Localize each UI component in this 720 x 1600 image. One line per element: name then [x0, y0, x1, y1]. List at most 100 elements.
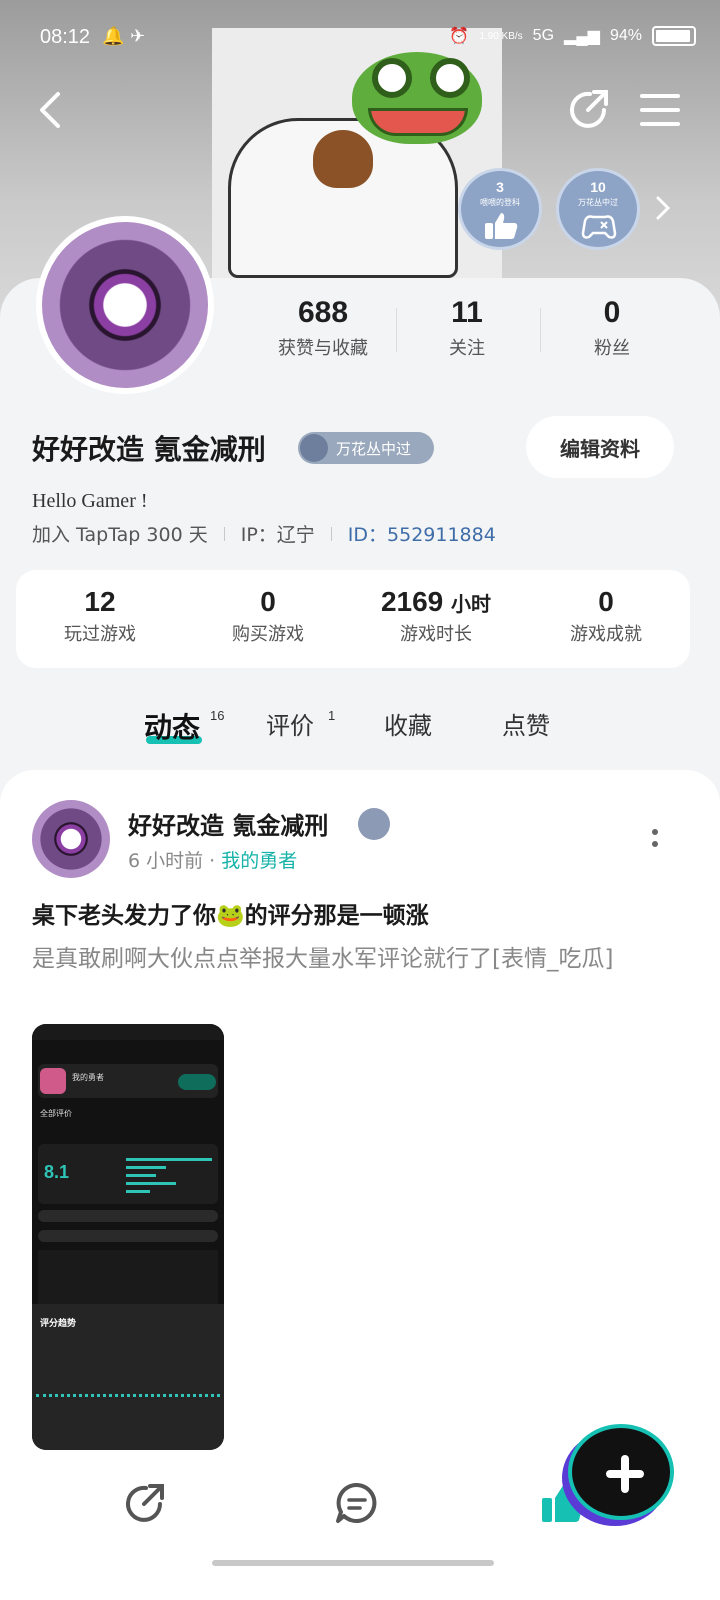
badge-number: 10	[590, 179, 606, 195]
back-icon[interactable]	[30, 88, 74, 132]
stat-likes[interactable]: 688 获赞与收藏	[248, 296, 398, 360]
image-score: 8.1	[44, 1162, 70, 1182]
badge-likes[interactable]: 3 喂喂的登科	[458, 168, 542, 250]
notification-icons: 🔔 ✈	[102, 26, 146, 47]
stat-value: 0	[522, 586, 690, 618]
edit-profile-button[interactable]: 编辑资料	[526, 416, 674, 478]
stat-followers[interactable]: 0 粉丝	[537, 296, 687, 360]
post-time: 6 小时前 ·	[128, 850, 216, 872]
image-chart-line	[36, 1394, 220, 1398]
tab-reviews[interactable]: 评价	[266, 706, 314, 741]
stat-value: 0	[184, 586, 352, 618]
stat-played-games[interactable]: 12 玩过游戏	[16, 586, 184, 646]
gamepad-icon	[358, 808, 390, 840]
stat-label: 获赞与收藏	[278, 338, 368, 359]
image-rating-bar	[126, 1190, 150, 1193]
stat-purchased-games[interactable]: 0 购买游戏	[184, 586, 352, 646]
image-rating-bar	[126, 1182, 176, 1185]
post-image[interactable]: 我的勇者 全部评价 8.1 评分趋势	[32, 1024, 224, 1450]
divider	[223, 526, 225, 541]
game-stats-panel: 12 玩过游戏 0 购买游戏 2169 小时 游戏时长 0 游戏成就	[16, 570, 690, 668]
stat-number: 2169	[380, 586, 444, 617]
status-right: ⏰ 1.90 KB/s 5G ▂▄▆ 94%	[449, 26, 696, 46]
home-indicator[interactable]	[212, 1560, 494, 1566]
network-type: 5G	[532, 27, 555, 44]
image-review	[38, 1250, 218, 1304]
avatar-image	[42, 222, 208, 388]
image-filter-row	[38, 1210, 218, 1222]
image-chart-title: 评分趋势	[40, 1319, 77, 1329]
user-meta: 加入 TapTap 300 天 IP：辽宁 ID：552911884	[32, 520, 496, 547]
menu-icon[interactable]	[638, 88, 682, 132]
thumbs-up-icon	[485, 213, 518, 239]
tab-reviews-count: 1	[328, 708, 336, 723]
alarm-icon: ⏰	[449, 28, 470, 45]
gamepad-icon	[300, 434, 328, 462]
stat-value: 2169 小时	[352, 586, 520, 618]
user-bio: Hello Gamer !	[32, 490, 148, 512]
divider	[330, 526, 332, 541]
post-meta: 6 小时前 · 我的勇者	[128, 846, 297, 873]
battery-fill	[656, 30, 690, 42]
stat-label: 购买游戏	[232, 624, 304, 645]
post-avatar[interactable]	[32, 800, 110, 878]
image-rating-bar	[126, 1158, 212, 1161]
stat-number: 12	[84, 586, 116, 617]
post-title[interactable]: 桌下老头发力了你🐸的评分那是一顿涨	[32, 896, 429, 930]
tab-favorites[interactable]: 收藏	[384, 706, 432, 741]
status-bar: 08:12 🔔 ✈ ⏰ 1.90 KB/s 5G ▂▄▆ 94%	[0, 20, 720, 60]
post-author[interactable]: 好好改造 氪金减刑	[128, 806, 328, 841]
ip-location: IP：辽宁	[240, 524, 315, 546]
stat-number: 0	[598, 586, 614, 617]
stat-value: 12	[16, 586, 184, 618]
image-filter-row	[38, 1230, 218, 1242]
stat-achievements[interactable]: 0 游戏成就	[522, 586, 690, 646]
profile-avatar[interactable]	[36, 216, 214, 394]
comment-icon[interactable]	[334, 1480, 380, 1526]
signal-icon: ▂▄▆	[564, 28, 600, 45]
image-section-title: 全部评价	[40, 1109, 72, 1118]
battery-percent: 94%	[609, 27, 642, 44]
image-status-bar	[32, 1024, 224, 1040]
poop-emoji	[313, 130, 373, 188]
image-filter-rows	[38, 1210, 218, 1250]
share-icon[interactable]	[566, 86, 612, 132]
tab-posts-count: 16	[210, 708, 225, 723]
post-body[interactable]: 是真敢刷啊大伙点点举报大量水军评论就行了[表情_吃瓜]	[32, 940, 688, 978]
honor-tag[interactable]: 万花丛中过	[298, 432, 434, 464]
plus-icon-stroke	[621, 1455, 629, 1493]
badge-games[interactable]: 10 万花丛中过	[556, 168, 640, 250]
stat-number: 0	[260, 586, 276, 617]
stat-value: 11	[451, 296, 483, 329]
image-game-name: 我的勇者	[72, 1073, 104, 1082]
stat-label: 游戏成就	[570, 624, 642, 645]
frog-eye-right	[430, 58, 470, 98]
stat-label: 关注	[449, 338, 485, 359]
stat-label: 粉丝	[594, 338, 630, 359]
badge-label: 喂喂的登科	[480, 198, 520, 207]
stat-label: 游戏时长	[400, 624, 472, 645]
tab-likes[interactable]: 点赞	[502, 706, 550, 741]
honor-tag-label: 万花丛中过	[336, 440, 412, 458]
more-options-icon[interactable]	[646, 826, 664, 854]
image-rating-bar	[126, 1174, 156, 1177]
gamepad-icon	[581, 215, 617, 239]
stat-value: 688	[297, 296, 349, 329]
chevron-right-icon[interactable]	[652, 194, 674, 222]
tab-posts[interactable]: 动态	[144, 706, 200, 746]
share-icon[interactable]	[122, 1480, 168, 1526]
badge-label: 万花丛中过	[578, 198, 618, 207]
join-days: 加入 TapTap 300 天	[32, 524, 208, 546]
frog-mouth	[368, 108, 468, 136]
post-game-link[interactable]: 我的勇者	[221, 850, 297, 872]
frog-eye-left	[372, 58, 412, 98]
stat-following[interactable]: 11 关注	[392, 296, 542, 360]
create-post-button[interactable]	[568, 1424, 674, 1520]
user-name: 好好改造 氪金减刑	[32, 433, 266, 466]
stat-label: 玩过游戏	[64, 624, 136, 645]
stat-value: 0	[603, 296, 621, 329]
battery-icon	[652, 26, 696, 46]
user-id[interactable]: ID：552911884	[348, 520, 496, 547]
image-open-button	[178, 1074, 216, 1090]
stat-play-time[interactable]: 2169 小时 游戏时长	[352, 586, 520, 646]
